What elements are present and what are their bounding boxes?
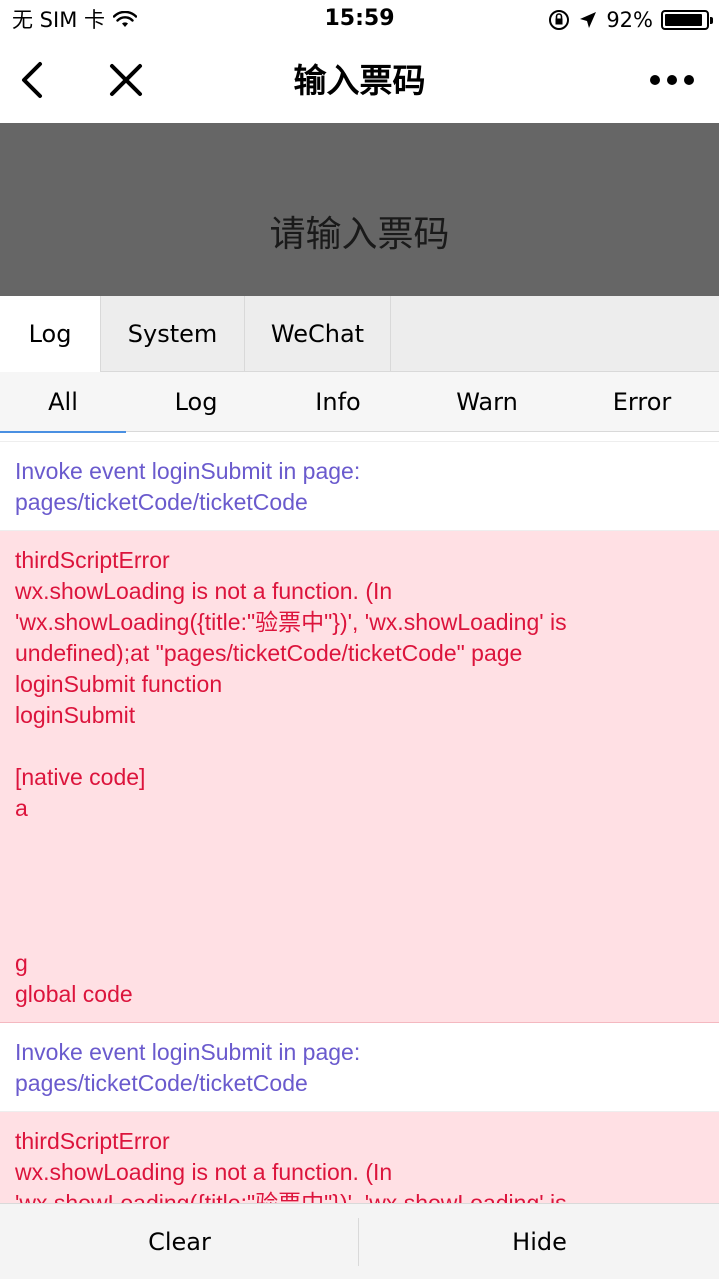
log-line: loginSubmit: [15, 702, 136, 728]
log-line: loginSubmit function: [15, 671, 223, 697]
battery-percent: 92%: [606, 8, 653, 32]
status-bar: 无 SIM 卡 15:59 92%: [0, 0, 719, 40]
tab-system[interactable]: System: [101, 296, 245, 372]
location-arrow-icon: [580, 12, 597, 28]
nav-bar: 输入票码: [0, 40, 719, 123]
page-banner: 请输入票码: [0, 123, 719, 296]
log-line: Invoke event loginSubmit in page:: [15, 458, 361, 484]
log-line: global code: [15, 981, 133, 1007]
log-line: 'wx.showLoading({title:"验票中"})', 'wx.sho…: [15, 609, 567, 635]
toolbar-divider: [358, 1218, 359, 1266]
log-line: thirdScriptError: [15, 1128, 170, 1154]
console-tab-bar: Log System WeChat: [0, 296, 719, 372]
page-title: 输入票码: [293, 61, 426, 100]
console-toolbar: Clear Hide: [0, 1203, 719, 1279]
filter-info[interactable]: Info: [276, 372, 400, 432]
banner-text: 请输入票码: [269, 214, 450, 255]
tab-wechat[interactable]: WeChat: [245, 296, 391, 372]
log-entry-info: Invoke event loginSubmit in page: pages/t…: [0, 1023, 719, 1112]
log-line: [native code]: [15, 764, 146, 790]
filter-all[interactable]: All: [0, 372, 126, 433]
log-line: Invoke event loginSubmit in page:: [15, 1039, 361, 1065]
hide-button[interactable]: Hide: [360, 1204, 719, 1279]
battery-tip: [710, 17, 713, 24]
log-entry-error: thirdScriptError wx.showLoading is not a …: [0, 531, 719, 1023]
orientation-lock-icon: [549, 10, 570, 30]
log-line: thirdScriptError: [15, 547, 170, 573]
filter-error[interactable]: Error: [580, 372, 704, 432]
log-line: wx.showLoading is not a function. (In: [15, 578, 393, 604]
log-filter-bar: All Log Info Warn Error: [0, 372, 719, 433]
log-line: pages/ticketCode/ticketCode: [15, 489, 308, 515]
log-line: 'wx.showLoading({title:"验票中"})', 'wx.sho…: [15, 1190, 567, 1203]
log-list[interactable]: Invoke event loginSubmit in page: pages/t…: [0, 433, 719, 1203]
log-line: a: [15, 795, 28, 821]
filter-log[interactable]: Log: [133, 372, 259, 432]
log-entry-error: thirdScriptError wx.showLoading is not a …: [0, 1112, 719, 1203]
battery-icon: [661, 10, 713, 30]
log-line: g: [15, 950, 28, 976]
log-line: pages/ticketCode/ticketCode: [15, 1070, 308, 1096]
battery-fill: [665, 14, 702, 26]
tab-log[interactable]: Log: [0, 296, 101, 372]
clear-button[interactable]: Clear: [0, 1204, 359, 1279]
more-dots-icon: [650, 75, 694, 85]
status-right: 92%: [548, 6, 713, 34]
log-entry-info: Invoke event loginSubmit in page: pages/t…: [0, 441, 719, 531]
filter-warn[interactable]: Warn: [424, 372, 550, 432]
log-line: wx.showLoading is not a function. (In: [15, 1159, 393, 1185]
more-button[interactable]: [649, 70, 695, 90]
log-line: undefined);at "pages/ticketCode/ticketCo…: [15, 640, 523, 666]
